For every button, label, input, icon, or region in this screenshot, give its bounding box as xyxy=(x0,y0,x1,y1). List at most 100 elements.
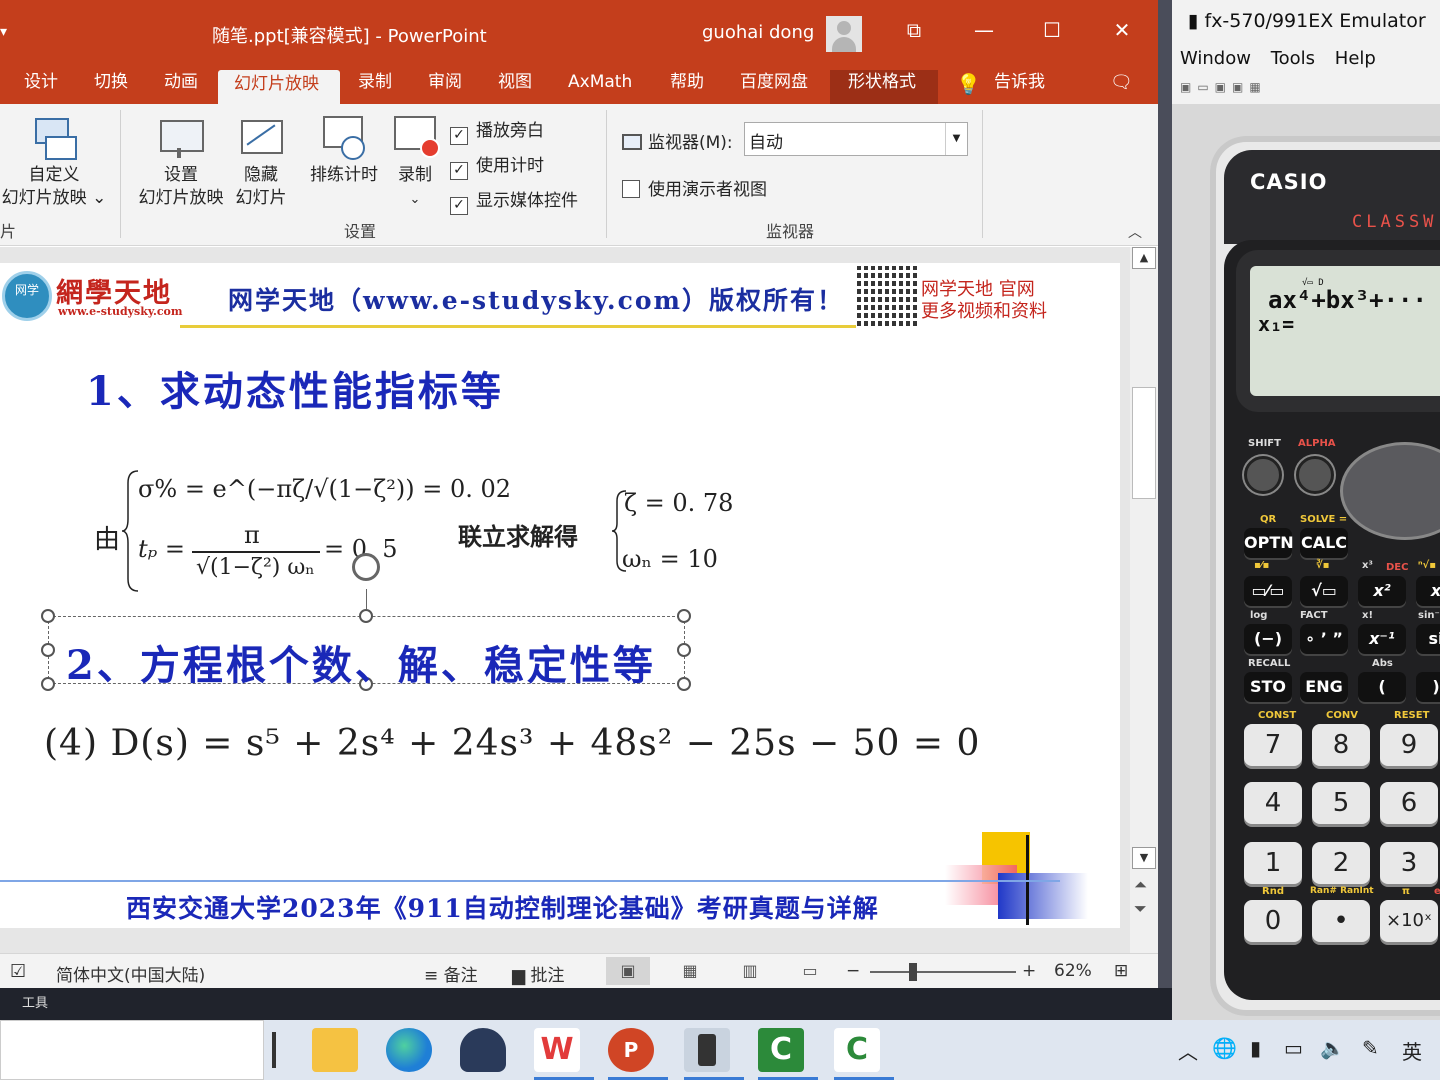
square-key[interactable]: x² xyxy=(1358,576,1406,606)
shift-key[interactable] xyxy=(1244,456,1282,494)
minimize-button[interactable]: — xyxy=(964,18,1004,42)
digit-0-key[interactable]: 0 xyxy=(1244,900,1302,942)
tab-baidu-netdisk[interactable]: 百度网盘 xyxy=(730,70,818,104)
optn-key[interactable]: OPTN xyxy=(1244,528,1294,558)
tab-view[interactable]: 视图 xyxy=(488,70,542,104)
close-button[interactable]: ✕ xyxy=(1102,18,1142,42)
maximize-button[interactable]: ☐ xyxy=(1032,18,1072,42)
left-paren-key[interactable]: ( xyxy=(1358,672,1406,702)
digit-7-key[interactable]: 7 xyxy=(1244,724,1302,766)
tab-help[interactable]: 帮助 xyxy=(660,70,714,104)
fraction-key[interactable]: ▭⁄▭ xyxy=(1244,576,1292,606)
show-media-controls-checkbox[interactable]: ✓ 显示媒体控件 xyxy=(450,186,578,215)
slide-show-view-icon[interactable]: ▭ xyxy=(788,957,832,985)
tab-animations[interactable]: 动画 xyxy=(154,70,208,104)
user-name[interactable]: guohai dong xyxy=(702,22,814,43)
previous-slide-icon[interactable]: ⏶ xyxy=(1134,875,1147,895)
volume-icon[interactable]: 🔈 xyxy=(1320,1036,1345,1060)
cat-app-icon[interactable] xyxy=(460,1028,506,1072)
zoom-in-button[interactable]: + xyxy=(1022,961,1036,981)
scroll-down-button[interactable]: ▼ xyxy=(1132,847,1156,869)
eng-key[interactable]: ENG xyxy=(1300,672,1348,702)
chevron-down-icon[interactable]: ▼ xyxy=(945,123,967,155)
alpha-key[interactable] xyxy=(1296,456,1334,494)
taskbar-search-box[interactable] xyxy=(0,1020,264,1080)
tell-me-search[interactable]: 告诉我 xyxy=(984,70,1055,104)
degree-key[interactable]: ∘ ’ ” xyxy=(1300,624,1348,654)
calculator-toolbar-icons[interactable]: ▣▭▣▣▦ xyxy=(1180,80,1267,94)
quick-access-dropdown[interactable]: ▾ xyxy=(0,24,7,40)
normal-view-icon[interactable]: ▣ xyxy=(606,957,650,985)
zoom-out-button[interactable]: − xyxy=(846,961,860,981)
scroll-thumb[interactable] xyxy=(1132,387,1156,499)
zoom-slider[interactable] xyxy=(870,971,1016,973)
digit-1-key[interactable]: 1 xyxy=(1244,842,1302,884)
next-slide-icon[interactable]: ⏷ xyxy=(1134,899,1147,919)
input-method-indicator[interactable]: 英 xyxy=(1402,1036,1422,1065)
digit-5-key[interactable]: 5 xyxy=(1312,782,1370,824)
right-paren-key[interactable]: ) xyxy=(1416,672,1440,702)
edge-browser-icon[interactable] xyxy=(386,1028,432,1072)
reading-view-icon[interactable]: ▥ xyxy=(728,957,772,985)
camtasia-icon[interactable]: C xyxy=(758,1028,818,1080)
file-explorer-icon[interactable] xyxy=(312,1028,358,1072)
record-button[interactable]: 录制 ⌄ xyxy=(390,114,440,211)
presenter-view-checkbox[interactable]: 使用演示者视图 xyxy=(622,175,767,200)
vertical-scrollbar[interactable]: ▲ ▼ ⏶ ⏷ xyxy=(1130,247,1158,953)
tab-slide-show[interactable]: 幻灯片放映 xyxy=(218,70,340,104)
sin-key[interactable]: si xyxy=(1416,624,1440,654)
digit-3-key[interactable]: 3 xyxy=(1380,842,1438,884)
tab-review[interactable]: 审阅 xyxy=(418,70,472,104)
task-view-icon[interactable] xyxy=(272,1032,276,1068)
setup-slide-show-button[interactable]: 设置 幻灯片放映 xyxy=(134,114,228,210)
powerpoint-icon[interactable]: P xyxy=(608,1028,668,1080)
slide-sorter-icon[interactable]: ▦ xyxy=(668,957,712,985)
play-narrations-checkbox[interactable]: ✓ 播放旁白 xyxy=(450,116,544,145)
digit-9-key[interactable]: 9 xyxy=(1380,724,1438,766)
comments-button[interactable]: ▆ 批注 xyxy=(512,961,564,986)
camtasia-recorder-icon[interactable]: C xyxy=(834,1028,894,1080)
resize-handle[interactable] xyxy=(359,609,373,623)
exp10-key[interactable]: ×10ˣ xyxy=(1380,900,1438,942)
digit-4-key[interactable]: 4 xyxy=(1244,782,1302,824)
battery-icon[interactable]: ▭ xyxy=(1284,1036,1303,1060)
tab-design[interactable]: 设计 xyxy=(14,70,68,104)
resize-handle[interactable] xyxy=(41,643,55,657)
tab-axmath[interactable]: AxMath xyxy=(558,70,642,104)
negative-key[interactable]: (−) xyxy=(1244,624,1292,654)
heading-2[interactable]: 2、方程根个数、解、稳定性等 xyxy=(66,633,656,691)
sto-key[interactable]: STO xyxy=(1244,672,1292,702)
resize-handle[interactable] xyxy=(677,643,691,657)
monitor-select[interactable]: 自动 ▼ xyxy=(744,122,968,156)
record-dropdown[interactable]: ⌄ xyxy=(410,192,421,207)
inverse-key[interactable]: x⁻¹ xyxy=(1358,624,1406,654)
rotate-handle-icon[interactable] xyxy=(352,553,380,581)
notes-button[interactable]: ≡ 备注 xyxy=(424,961,478,986)
menu-tools[interactable]: Tools xyxy=(1271,48,1315,69)
tab-record[interactable]: 录制 xyxy=(348,70,402,104)
hide-slide-button[interactable]: 隐藏 幻灯片 xyxy=(232,114,290,210)
digit-2-key[interactable]: 2 xyxy=(1312,842,1370,884)
pen-icon[interactable]: ✎ xyxy=(1362,1036,1379,1060)
scroll-up-button[interactable]: ▲ xyxy=(1132,247,1156,269)
collapse-ribbon-button[interactable]: ︿ xyxy=(1128,222,1142,242)
fit-to-window-icon[interactable]: ⊞ xyxy=(1114,961,1128,981)
power-key[interactable]: x xyxy=(1416,576,1440,606)
sqrt-key[interactable]: √▭ xyxy=(1300,576,1348,606)
zoom-level[interactable]: 62% xyxy=(1054,961,1092,981)
globe-icon[interactable]: 🌐 xyxy=(1212,1036,1237,1060)
slide-canvas[interactable]: 網學天地 www.e-studysky.com 网学天地（www.e-study… xyxy=(0,263,1120,928)
spellcheck-icon[interactable]: ☑ xyxy=(10,961,26,982)
digit-6-key[interactable]: 6 xyxy=(1380,782,1438,824)
resize-handle[interactable] xyxy=(41,609,55,623)
resize-handle[interactable] xyxy=(41,677,55,691)
zoom-slider-thumb[interactable] xyxy=(909,963,917,981)
menu-window[interactable]: Window xyxy=(1180,48,1251,69)
avatar[interactable] xyxy=(826,16,862,52)
tray-overflow-button[interactable]: ︿ xyxy=(1178,1036,1198,1065)
calc-key[interactable]: CALC xyxy=(1300,528,1348,558)
rehearse-timings-button[interactable]: 排练计时 xyxy=(304,114,384,187)
resize-handle[interactable] xyxy=(677,677,691,691)
ribbon-display-button[interactable]: ⧉ xyxy=(894,18,934,42)
digit-8-key[interactable]: 8 xyxy=(1312,724,1370,766)
